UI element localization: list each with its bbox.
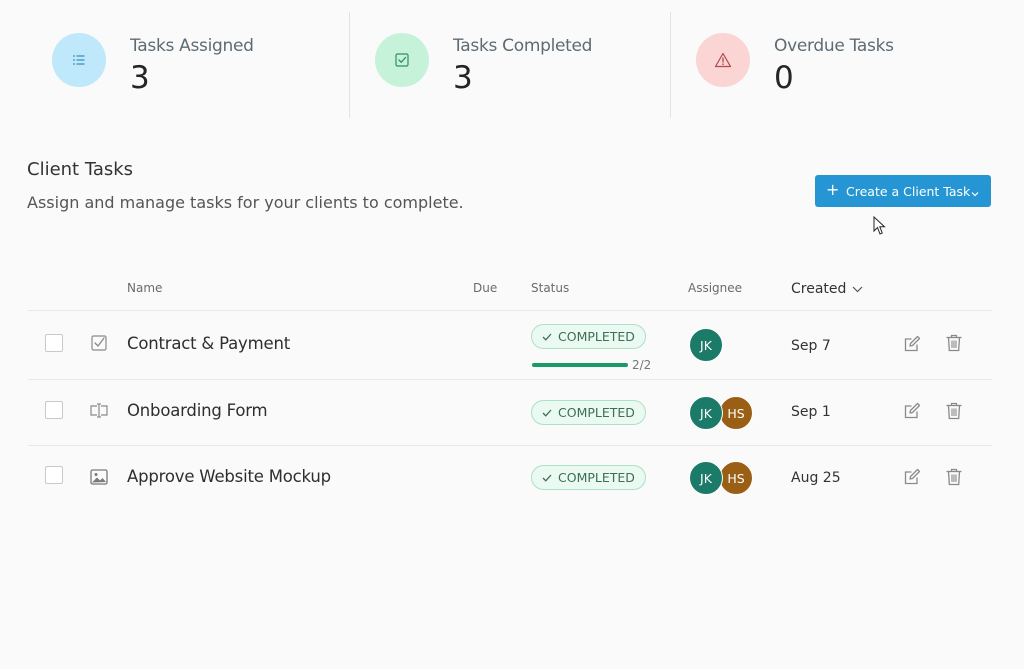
text-field-icon: [89, 401, 109, 421]
table-row[interactable]: Contract & Payment COMPLETED 2/2 JK Sep …: [0, 311, 1024, 379]
check-icon: [542, 329, 552, 344]
row-checkbox[interactable]: [45, 466, 63, 484]
task-name[interactable]: Approve Website Mockup: [127, 467, 331, 486]
stat-label: Tasks Completed: [453, 36, 593, 56]
image-icon: [89, 467, 109, 487]
stat-label: Tasks Assigned: [130, 36, 254, 56]
checkbox-icon: [89, 333, 109, 353]
table-row[interactable]: Onboarding Form COMPLETED JK HS Sep 1: [0, 380, 1024, 445]
trash-icon[interactable]: [944, 467, 964, 487]
column-header-due[interactable]: Due: [473, 281, 497, 295]
stat-value: 3: [453, 60, 473, 96]
row-checkbox[interactable]: [45, 401, 63, 419]
column-header-name[interactable]: Name: [127, 281, 162, 295]
column-header-created-label: Created: [791, 281, 847, 297]
section-title: Client Tasks: [27, 159, 134, 180]
list-icon: [52, 33, 106, 87]
progress-fill: [532, 363, 628, 367]
avatar[interactable]: HS: [719, 396, 753, 430]
create-client-task-button[interactable]: + Create a Client Task: [815, 175, 991, 207]
created-date: Sep 7: [791, 338, 831, 354]
column-header-assignee[interactable]: Assignee: [688, 281, 742, 295]
check-icon: [542, 470, 552, 485]
edit-icon[interactable]: [902, 467, 922, 487]
stat-tasks-assigned: Tasks Assigned 3: [28, 12, 348, 118]
column-header-status[interactable]: Status: [531, 281, 569, 295]
warning-icon: [696, 33, 750, 87]
avatar[interactable]: HS: [719, 461, 753, 495]
plus-icon: +: [826, 180, 840, 199]
stats-bar: Tasks Assigned 3 Tasks Completed 3 Overd…: [0, 0, 1024, 130]
chevron-down-icon[interactable]: [971, 186, 979, 197]
trash-icon[interactable]: [944, 333, 964, 353]
avatar[interactable]: JK: [689, 461, 723, 495]
trash-icon[interactable]: [944, 401, 964, 421]
stat-overdue-tasks: Overdue Tasks 0: [670, 12, 990, 118]
chevron-down-icon: [852, 281, 863, 297]
avatar[interactable]: JK: [689, 328, 723, 362]
stat-value: 3: [130, 60, 150, 96]
stat-value: 0: [774, 60, 794, 96]
task-name[interactable]: Onboarding Form: [127, 401, 268, 420]
status-label: COMPLETED: [558, 329, 635, 344]
stat-label: Overdue Tasks: [774, 36, 894, 56]
stat-tasks-completed: Tasks Completed 3: [349, 12, 669, 118]
created-date: Sep 1: [791, 404, 831, 420]
edit-icon[interactable]: [902, 334, 922, 354]
status-label: COMPLETED: [558, 405, 635, 420]
created-date: Aug 25: [791, 470, 841, 486]
task-name[interactable]: Contract & Payment: [127, 334, 290, 353]
checkbox-icon: [375, 33, 429, 87]
row-checkbox[interactable]: [45, 334, 63, 352]
section-subtitle: Assign and manage tasks for your clients…: [27, 193, 464, 212]
status-badge: COMPLETED: [531, 465, 646, 490]
mouse-cursor-icon: [873, 215, 887, 241]
status-label: COMPLETED: [558, 470, 635, 485]
column-header-created[interactable]: Created: [791, 281, 863, 297]
status-badge: COMPLETED: [531, 324, 646, 349]
progress-text: 2/2: [632, 358, 652, 372]
avatar[interactable]: JK: [689, 396, 723, 430]
check-icon: [542, 405, 552, 420]
table-row[interactable]: Approve Website Mockup COMPLETED JK HS A…: [0, 446, 1024, 510]
create-button-label: Create a Client Task: [846, 184, 971, 199]
edit-icon[interactable]: [902, 401, 922, 421]
status-badge: COMPLETED: [531, 400, 646, 425]
progress-bar: [532, 363, 628, 367]
